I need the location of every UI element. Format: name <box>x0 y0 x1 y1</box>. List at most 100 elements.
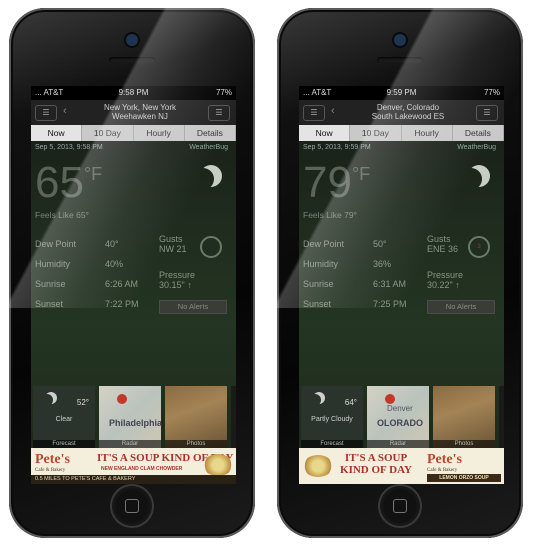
more-tile[interactable] <box>231 386 236 448</box>
tab-details[interactable]: Details <box>185 125 236 141</box>
moon-icon <box>192 168 214 190</box>
tab-hourly[interactable]: Hourly <box>402 125 453 141</box>
feels-like: Feels Like 79° <box>303 210 357 220</box>
map-label: OLORADO <box>377 418 423 428</box>
sunset-row: Sunset 7:22 PM <box>35 294 155 314</box>
tab-now[interactable]: Now <box>31 125 83 141</box>
battery-percent: 77% <box>483 88 500 97</box>
soup-bowl-image <box>303 455 333 477</box>
forecast-tile[interactable]: 52° Clear Forecast <box>33 386 95 448</box>
earpiece-speaker <box>109 57 155 63</box>
observation-date: Sep 5, 2013, 9:59 PM <box>303 144 371 151</box>
tile-caption: Photos <box>433 440 495 448</box>
ad-logo: Pete's Cafe & Bakery <box>35 452 70 473</box>
forecast-tile[interactable]: 64° Partly Cloudy Forecast <box>301 386 363 448</box>
dew-point-label: Dew Point <box>35 239 77 249</box>
map-label: Philadelphia <box>109 418 161 428</box>
front-camera-icon <box>126 34 138 46</box>
sunset-row: Sunset 7:25 PM <box>303 294 423 314</box>
sunrise-label: Sunrise <box>35 279 66 289</box>
sunrise-row: Sunrise 6:26 AM <box>35 274 155 294</box>
humidity-row: Humidity 36% <box>303 254 423 274</box>
gusts-label: Gusts <box>159 234 183 244</box>
location-city: New York, New York <box>103 103 177 112</box>
soup-bowl-image <box>203 454 233 476</box>
more-tile[interactable] <box>499 386 504 448</box>
radar-tile[interactable]: Denver OLORADO Radar <box>367 386 429 448</box>
tile-temperature: 64° <box>344 398 357 407</box>
gusts-block: Gusts NW 21 <box>159 234 187 254</box>
view-tabs: Now 10 Day Hourly Details <box>299 125 504 141</box>
location-title[interactable]: New York, New York Weehawken NJ <box>75 103 205 121</box>
ad-headline: IT'S A SOUP KIND OF DAY <box>340 452 412 476</box>
alerts-button[interactable]: No Alerts <box>427 300 495 314</box>
humidity-row: Humidity 40% <box>35 254 155 274</box>
location-title[interactable]: Denver, Colorado South Lakewood ES <box>343 103 473 121</box>
tab-10-day[interactable]: 10 Day <box>350 125 402 141</box>
tile-temperature: 52° <box>76 398 89 407</box>
feature-tiles: 52° Clear Forecast Philadelphia Radar Ph… <box>31 386 236 448</box>
tab-details[interactable]: Details <box>453 125 504 141</box>
ad-subhead: LEMON ORZO SOUP <box>427 474 501 482</box>
tile-caption: Forecast <box>33 440 95 448</box>
tab-hourly[interactable]: Hourly <box>134 125 185 141</box>
sunset-label: Sunset <box>35 299 64 309</box>
home-square-icon <box>393 499 407 513</box>
back-chevron-icon[interactable]: ‹ <box>63 105 67 117</box>
tile-caption: Radar <box>367 440 429 448</box>
ad-subhead: NEW ENGLAND CLAM CHOWDER <box>101 466 183 472</box>
partly-cloudy-icon <box>309 394 321 406</box>
menu-button[interactable]: ☰ <box>35 105 57 121</box>
moon-icon <box>460 168 482 190</box>
pressure-label: Pressure <box>427 270 464 280</box>
dew-point-value: 50° <box>373 239 387 249</box>
settings-button[interactable]: ☰ <box>208 105 230 121</box>
moon-icon <box>41 394 53 406</box>
sunrise-row: Sunrise 6:31 AM <box>303 274 423 294</box>
sunrise-label: Sunrise <box>303 279 334 289</box>
wind-dial-icon: 3 <box>468 236 490 258</box>
tile-caption: Radar <box>99 440 161 448</box>
home-button[interactable] <box>112 486 152 526</box>
gusts-label: Gusts <box>427 234 451 244</box>
photos-tile[interactable]: Photos <box>433 386 495 448</box>
iphone-left: ... AT&T 9:58 PM 77% ☰ ‹ New York, New Y… <box>9 8 255 538</box>
tile-caption: Forecast <box>301 440 363 448</box>
weatherbug-logo: WeatherBug <box>189 144 228 151</box>
humidity-value: 36% <box>373 259 392 269</box>
humidity-value: 40% <box>105 259 124 269</box>
current-temperature: 79°F <box>303 158 370 208</box>
temperature-unit: °F <box>83 164 103 184</box>
pressure-label: Pressure <box>159 270 196 280</box>
pressure-block: Pressure 30.15" ↑ <box>159 270 195 290</box>
back-chevron-icon[interactable]: ‹ <box>331 105 335 117</box>
front-camera-icon <box>394 34 406 46</box>
temperature-value: 65 <box>35 158 84 207</box>
alerts-button[interactable]: No Alerts <box>159 300 227 314</box>
tab-10-day[interactable]: 10 Day <box>82 125 134 141</box>
menu-button[interactable]: ☰ <box>303 105 325 121</box>
tab-now[interactable]: Now <box>299 125 351 141</box>
weather-app-screen: ... AT&T 9:59 PM 77% ☰ ‹ Denver, Colorad… <box>299 86 504 484</box>
humidity-label: Humidity <box>35 259 71 269</box>
sunset-label: Sunset <box>303 299 332 309</box>
location-city: Denver, Colorado <box>376 103 440 112</box>
ad-logo-text: Pete's <box>35 452 70 467</box>
gusts-value: NW 21 <box>159 244 187 254</box>
location-station: South Lakewood ES <box>371 112 445 121</box>
advertisement-banner[interactable]: Pete's Cafe & Bakery IT'S A SOUP KIND OF … <box>31 448 236 484</box>
stats-list: Dew Point 50° Humidity 36% Sunrise 6:31 AM … <box>303 234 423 314</box>
photos-tile[interactable]: Photos <box>165 386 227 448</box>
sunset-value: 7:25 PM <box>373 299 407 309</box>
observation-date: Sep 5, 2013, 9:58 PM <box>35 144 103 151</box>
radar-tile[interactable]: Philadelphia Radar <box>99 386 161 448</box>
map-pin-icon <box>117 394 127 404</box>
feels-like: Feels Like 65° <box>35 210 89 220</box>
home-button[interactable] <box>380 486 420 526</box>
tile-condition: Clear <box>55 416 73 423</box>
advertisement-banner[interactable]: IT'S A SOUP KIND OF DAY Pete's Cafe & Bak… <box>299 448 504 484</box>
settings-button[interactable]: ☰ <box>476 105 498 121</box>
ad-logo-sub: Cafe & Bakery <box>427 468 458 473</box>
gusts-value: ENE 36 <box>427 244 459 254</box>
home-square-icon <box>125 499 139 513</box>
